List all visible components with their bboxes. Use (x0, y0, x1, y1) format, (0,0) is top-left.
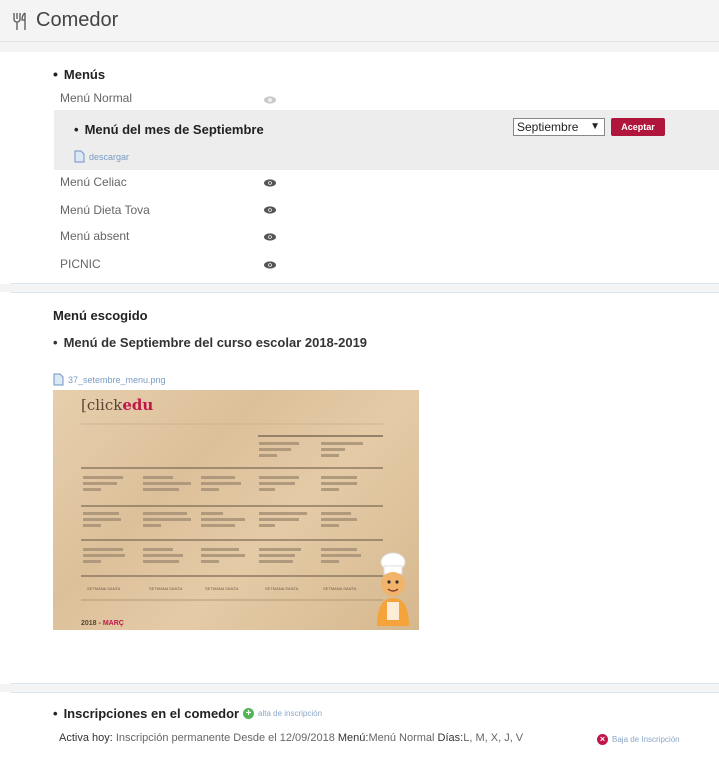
eye-icon[interactable] (264, 261, 276, 269)
fork-knife-icon (13, 11, 26, 30)
remove-inscription-label: Baja de Inscripción (612, 735, 680, 744)
accept-button[interactable]: Aceptar (611, 118, 665, 136)
menu-calendar-grid (81, 423, 383, 601)
holy-week-label: SETMANA SANTA (205, 586, 239, 591)
chosen-menu-subtitle: • Menú de Septiembre del curso escolar 20… (53, 335, 368, 350)
inscriptions-panel (10, 692, 719, 758)
plus-circle-icon: + (243, 708, 254, 719)
download-label: descargar (89, 151, 130, 162)
days-value: L, M, X, J, V (463, 732, 524, 744)
dropdown-arrow-icon: ▼ (590, 121, 600, 132)
remove-inscription-link[interactable]: × Baja de Inscripción (597, 734, 680, 745)
menu-item-picnic[interactable]: PICNIC (60, 257, 101, 271)
add-inscription-link[interactable]: + alta de inscripción (243, 708, 322, 719)
inscription-type: Inscripción permanente (115, 732, 231, 744)
selected-menu-title: • Menú del mes de Septiembre (74, 122, 264, 137)
eye-icon[interactable] (264, 96, 276, 104)
chef-illustration (377, 552, 409, 626)
image-file-name: 37_setembre_menu.png (68, 374, 166, 385)
add-inscription-label: alta de inscripción (258, 709, 323, 718)
menus-section-title: • Menús (53, 66, 106, 82)
menu-item-absent[interactable]: Menú absent (60, 229, 129, 243)
chosen-menu-heading: Menú escogido (53, 308, 148, 323)
selected-menu-row: • Menú del mes de Septiembre Septiembre ▼… (54, 110, 719, 170)
file-icon (74, 150, 85, 163)
menu-image: [clickedu SETMANA SANTA SETMANA SANTA SE… (53, 390, 419, 630)
menu-item-dieta-tova[interactable]: Menú Dieta Tova (60, 203, 150, 217)
inscriptions-title: • Inscripciones en el comedor (53, 706, 240, 721)
eye-icon[interactable] (264, 233, 276, 241)
active-label: Activa hoy: (59, 732, 113, 744)
menu-item-celiac[interactable]: Menú Celiac (60, 175, 127, 189)
image-file-link[interactable]: 37_setembre_menu.png (53, 373, 166, 386)
menu-key: Menú: (337, 732, 369, 744)
holy-week-label: SETMANA SANTA (87, 586, 121, 591)
holy-week-label: SETMANA SANTA (149, 586, 183, 591)
month-select-value: Septiembre (517, 120, 579, 134)
menu-image-footer: 2018 - MARÇ (81, 620, 124, 627)
eye-icon[interactable] (264, 179, 276, 187)
days-key: Días: (437, 732, 464, 744)
holy-week-label: SETMANA SANTA (265, 586, 299, 591)
month-select[interactable]: Septiembre ▼ (513, 118, 605, 136)
active-inscription-line: Activa hoy: Inscripción permanente Desde… (59, 732, 523, 744)
eye-icon[interactable] (264, 206, 276, 214)
section-divider (0, 284, 719, 292)
holy-week-label: SETMANA SANTA (323, 586, 357, 591)
page-header: Comedor (0, 0, 719, 42)
menu-value: Menú Normal (368, 732, 435, 744)
file-icon (53, 373, 64, 386)
header-spacer (0, 42, 719, 52)
inscription-since: Desde el 12/09/2018 (233, 732, 335, 744)
download-link[interactable]: descargar (74, 150, 129, 163)
remove-circle-icon: × (597, 734, 608, 745)
menu-item-normal[interactable]: Menú Normal (60, 91, 132, 105)
page-title: Comedor (36, 9, 119, 31)
section-divider (0, 684, 719, 692)
